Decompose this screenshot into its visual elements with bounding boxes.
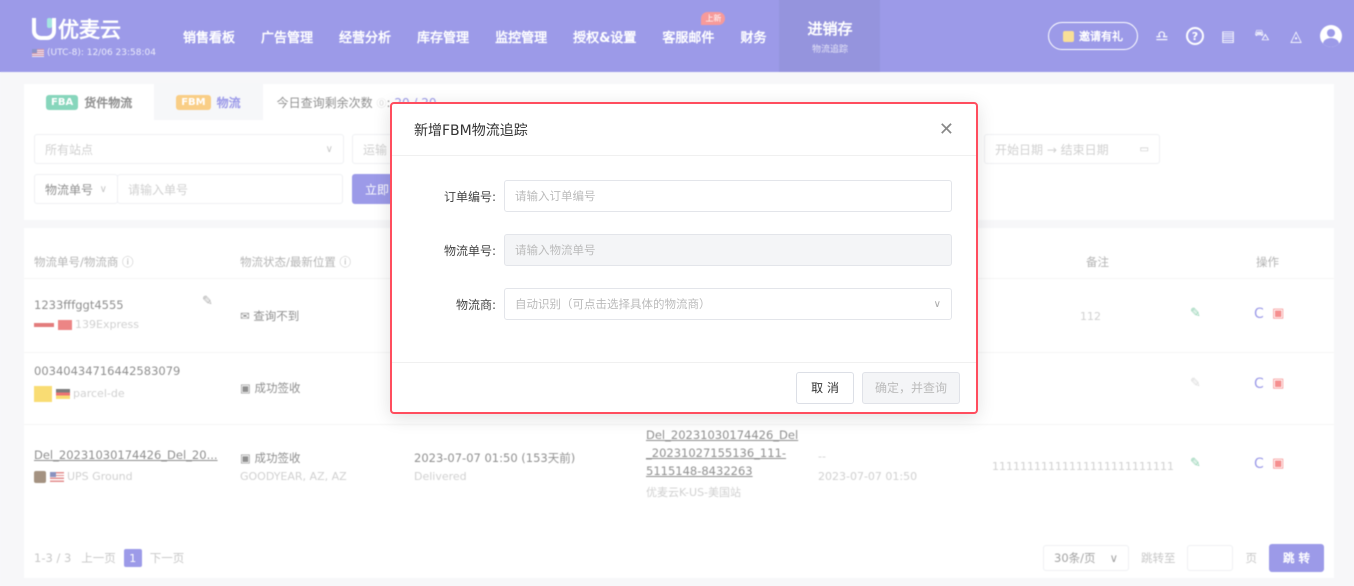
dialog-title: 新增FBM物流追踪 bbox=[414, 122, 528, 139]
tracking-number-label: 物流单号: bbox=[443, 243, 496, 258]
tracking-number-row: 物流单号: 请输入物流单号 bbox=[392, 234, 976, 266]
confirm-label: 确定，并查询 bbox=[874, 381, 947, 395]
order-number-placeholder: 请输入订单编号 bbox=[515, 189, 596, 203]
carrier-row: 物流商: 自动识别（可点击选择具体的物流商） ∨ bbox=[392, 288, 976, 320]
close-icon[interactable]: ✕ bbox=[939, 119, 954, 140]
order-number-input[interactable]: 请输入订单编号 bbox=[504, 180, 952, 212]
cancel-button[interactable]: 取 消 bbox=[796, 371, 854, 404]
carrier-placeholder: 自动识别（可点击选择具体的物流商） bbox=[515, 297, 711, 311]
tracking-number-placeholder: 请输入物流单号 bbox=[515, 243, 596, 257]
chevron-down-icon: ∨ bbox=[933, 298, 941, 310]
dialog-footer: 取 消 确定，并查询 bbox=[392, 362, 976, 412]
carrier-label: 物流商: bbox=[455, 297, 496, 312]
cancel-label: 取 消 bbox=[811, 381, 839, 395]
add-fbm-tracking-dialog: 新增FBM物流追踪 ✕ 订单编号: 请输入订单编号 物流单号: 请输入物流单号 … bbox=[390, 102, 978, 414]
order-number-row: 订单编号: 请输入订单编号 bbox=[392, 180, 976, 212]
dialog-header: 新增FBM物流追踪 ✕ bbox=[392, 104, 976, 156]
confirm-query-button[interactable]: 确定，并查询 bbox=[861, 371, 960, 404]
order-number-label: 订单编号: bbox=[443, 189, 496, 204]
tracking-number-input[interactable]: 请输入物流单号 bbox=[504, 234, 952, 266]
carrier-select[interactable]: 自动识别（可点击选择具体的物流商） ∨ bbox=[504, 288, 952, 320]
